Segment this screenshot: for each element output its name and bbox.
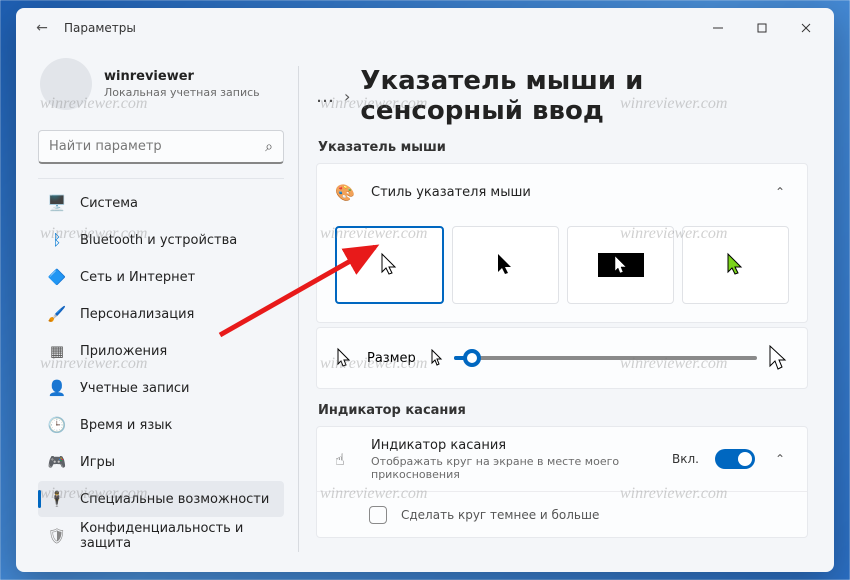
nav-label: Персонализация (80, 307, 194, 322)
sidebar-item-2[interactable]: 🔷 Сеть и Интернет (38, 259, 284, 295)
sidebar-item-4[interactable]: ▦ Приложения (38, 333, 284, 369)
pointer-style-header[interactable]: 🎨 Стиль указателя мыши ⌃ (317, 164, 807, 220)
nav-label: Приложения (80, 344, 167, 359)
touch-title: Индикатор касания (371, 438, 656, 453)
sidebar-item-8[interactable]: 🕴 Специальные возможности (38, 481, 284, 517)
pointer-size-row: Размер (317, 328, 807, 388)
section-touch: Индикатор касания (318, 403, 808, 418)
nav-label: Конфиденциальность и защита (80, 521, 274, 551)
toggle-state-label: Вкл. (672, 452, 699, 466)
nav-icon: 🛡 (48, 527, 66, 545)
pointer-style-custom[interactable] (682, 226, 789, 304)
touch-sub: Отображать круг на экране в месте моего … (371, 455, 656, 481)
touch-darker-row[interactable]: Сделать круг темнее и больше (317, 491, 807, 537)
touch-indicator-row[interactable]: ☝ Индикатор касания Отображать круг на э… (317, 427, 807, 491)
avatar (40, 58, 92, 110)
search-input[interactable] (49, 139, 265, 154)
size-label: Размер (367, 351, 416, 366)
cursor-icon (335, 347, 353, 369)
cursor-small-icon (430, 349, 444, 367)
breadcrumb[interactable]: … (316, 86, 334, 107)
pointer-style-inverted[interactable] (567, 226, 674, 304)
nav-label: Сеть и Интернет (80, 270, 195, 285)
minimize-button[interactable] (696, 13, 740, 43)
sidebar-item-9[interactable]: 🛡 Конфиденциальность и защита (38, 518, 284, 554)
sidebar-item-10[interactable]: ⟳Центр обновления Windows (38, 555, 284, 562)
user-name: winreviewer (104, 69, 260, 84)
touch-darker-checkbox[interactable] (369, 506, 387, 524)
cursor-large-icon (767, 344, 789, 372)
sidebar-item-1[interactable]: ᛒ Bluetooth и устройства (38, 222, 284, 258)
nav-icon: 🎮 (48, 453, 66, 471)
nav-icon: ᛒ (48, 231, 66, 249)
maximize-button[interactable] (740, 13, 784, 43)
touch-icon: ☝ (335, 450, 355, 469)
chevron-right-icon: › (344, 87, 350, 106)
nav-label: Учетные записи (80, 381, 190, 396)
pointer-style-title: Стиль указателя мыши (371, 185, 755, 200)
nav-icon: 🕴 (48, 490, 66, 508)
nav-label: Bluetooth и устройства (80, 233, 237, 248)
nav-label: Система (80, 196, 138, 211)
palette-icon: 🎨 (335, 183, 355, 202)
close-button[interactable] (784, 13, 828, 43)
chevron-up-icon[interactable]: ⌃ (771, 181, 789, 203)
sidebar-item-7[interactable]: 🎮 Игры (38, 444, 284, 480)
nav-label: Время и язык (80, 418, 172, 433)
nav-icon: 👤 (48, 379, 66, 397)
touch-toggle[interactable] (715, 449, 755, 469)
sidebar-item-3[interactable]: 🖌️ Персонализация (38, 296, 284, 332)
nav-icon: 🔷 (48, 268, 66, 286)
nav-icon: 🕒 (48, 416, 66, 434)
pointer-style-white[interactable] (335, 226, 444, 304)
nav-icon: 🖥️ (48, 194, 66, 212)
size-slider[interactable] (454, 356, 757, 360)
touch-darker-label: Сделать круг темнее и больше (401, 508, 599, 522)
nav-label: Игры (80, 455, 115, 470)
sidebar-item-6[interactable]: 🕒 Время и язык (38, 407, 284, 443)
sidebar-item-0[interactable]: 🖥️ Система (38, 185, 284, 221)
search-icon: ⌕ (265, 139, 273, 155)
nav-label: Специальные возможности (80, 492, 269, 507)
window-title: Параметры (64, 21, 696, 35)
pointer-style-black[interactable] (452, 226, 559, 304)
search-box[interactable]: ⌕ (38, 130, 284, 164)
sidebar-item-5[interactable]: 👤 Учетные записи (38, 370, 284, 406)
section-pointer: Указатель мыши (318, 140, 808, 155)
nav-icon: 🖌️ (48, 305, 66, 323)
back-button[interactable]: ← (30, 16, 54, 40)
chevron-up-icon[interactable]: ⌃ (771, 448, 789, 470)
user-account[interactable]: winreviewer Локальная учетная запись (38, 54, 284, 114)
user-sub: Локальная учетная запись (104, 86, 260, 99)
page-title: Указатель мыши и сенсорный ввод (360, 66, 808, 126)
nav-icon: ▦ (48, 342, 66, 360)
